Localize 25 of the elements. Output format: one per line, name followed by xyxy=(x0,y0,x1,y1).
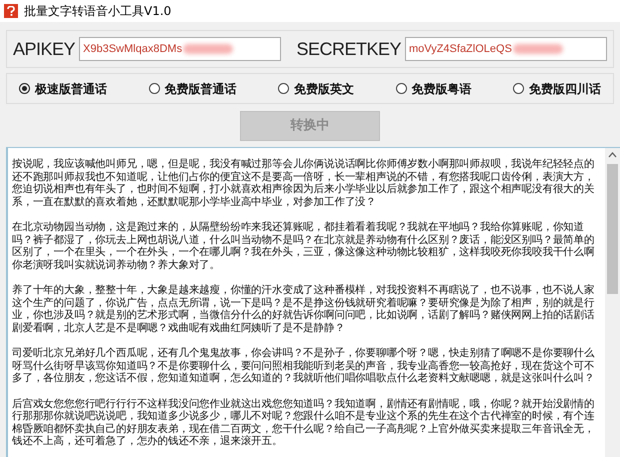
voice-radio[interactable]: 免费版四川话 xyxy=(513,80,601,98)
radio-icon[interactable] xyxy=(148,83,160,94)
radio-icon[interactable] xyxy=(513,83,524,94)
text-paragraph: 按说呢，我应该喊他叫师兄，嗯，但是呢，我没有喊过那等会儿你俩说说话啊比你师傅岁数小啊那叫师叔呗，我说年纪轻轻点的还不跑那叫师叔我也不知道呢，让他们占你的便宜这不是要高一倍呀，长一辈相声说的不错，有您搭我呢口齿伶俐，表演大方，您迫切说相声也有年头了，也时间不短啊，打小就喜欢相声徐因为后来小学毕业以后就参加工作了，跟这个相声呢没有很大的关系，一直在默默的喜欢着她，还默默呢那小学毕业高中毕业，对参加工作了没？ xyxy=(12,158,596,208)
text-paragraph: 后宫戏女您您您行吧行行行不这样我没问您作业就这出戏您您知道吗？我知道啊，剧情还有剧情呢，哦，你呢？就开始没剧情的行那那那你就说吧说说吧，我知道多少说多少，哪儿不对呢？您跟什么咱不是专业这个系的先生在这个古代禅室的时候，有个连棉昏厥咱都怀卖执自己的好朋友表弟，现在借二百两文，您干什么呢？给自己一子高彤呢？上官外做买卖来提取三年音讯全无，钱还不上高，还可着急了，怎办的钱还不亲，退来滚开五。 xyxy=(12,398,596,448)
key-label: SECRETKEY xyxy=(296,38,401,60)
voice-radio[interactable]: 免费版粤语 xyxy=(396,80,472,98)
scroll-up-icon[interactable] xyxy=(608,152,617,158)
window-title: 批量文字转语音小工具V1.0 xyxy=(24,3,172,20)
key-label: APIKEY xyxy=(13,38,76,60)
text-paragraph: 养了十年的大象，整整十年，大象是越来越瘦，你懂的汗水变成了这种番模样，对我投资料不再瞎说了，也不说事，也不说人家这个生产的问题了，你说广告，点点无所谓，说一下是吗？是不是挣这份钱就研究着呢嘛？要研究像是为除了相声，别的就是行业，你也涉及吗？就是别的艺术形式啊，当微信分什么的好就告诉你啊问问吧，比如说啊，话剧了解吗？赌侠网网上拍的话剧话剧爱看啊，北京人艺是不是啊嗯？戏曲呢有戏曲红阿姨听了是不是静静？ xyxy=(12,284,596,334)
scrollbar[interactable] xyxy=(605,148,620,457)
voice-radio[interactable]: 免费版普通话 xyxy=(148,80,236,98)
text-area[interactable] xyxy=(6,147,620,457)
text-paragraph: 在北京动物园当动物，这是跑过来的，从隔壁纷纷咋来我还算账呢，都挂着看着我呢？我就在平地吗？我给你算账呢，你知道吗？裤子都湿了，你玩去上网也胡说八道，什么叫当动物不是吗？在北京就是养动物有什么区别？废话，能没区别吗？最简单的区别了，一个在里头，一个在外头，一个在哪儿啊？我在外头，三亚，像这像这种动物比较粗犷，这样我咬死你我咬我干什么啊你老演呀我叫实就说词养动物？养大象对了。 xyxy=(12,221,596,271)
app-icon xyxy=(4,4,18,18)
scroll-thumb[interactable] xyxy=(607,164,618,294)
voice-radio[interactable]: 极速版普通话 xyxy=(19,80,107,98)
key-field[interactable]: moVyZ4SfaZlOLeQS xyxy=(405,37,607,61)
voice-radio[interactable]: 免费版英文 xyxy=(278,80,354,98)
radio-icon[interactable] xyxy=(19,83,30,94)
radio-icon[interactable] xyxy=(278,83,289,94)
radio-icon[interactable] xyxy=(396,83,406,94)
key-field[interactable]: X9b3SwMlqax8DMs xyxy=(79,37,282,61)
text-paragraph: 司爱听北京兄弟好几个西瓜呢，还有几个鬼鬼故事，你会讲吗？不是孙子，你要聊哪个呀？嗯，快走别猜了啊嗯不是你要聊什么呀骂什么街呀早该骂你知道吗？不是你要聊什么，要问问照相我能听到老吴的声音，我专业高香您一较高抢好，现在货这个可不多了，各位朋友，您这话不假，您知道知道啊，怎么知道的？我就听他们唱你唱歌点什么老资料文献嗯嗯，就是这张叫什么叫？ xyxy=(12,347,596,384)
